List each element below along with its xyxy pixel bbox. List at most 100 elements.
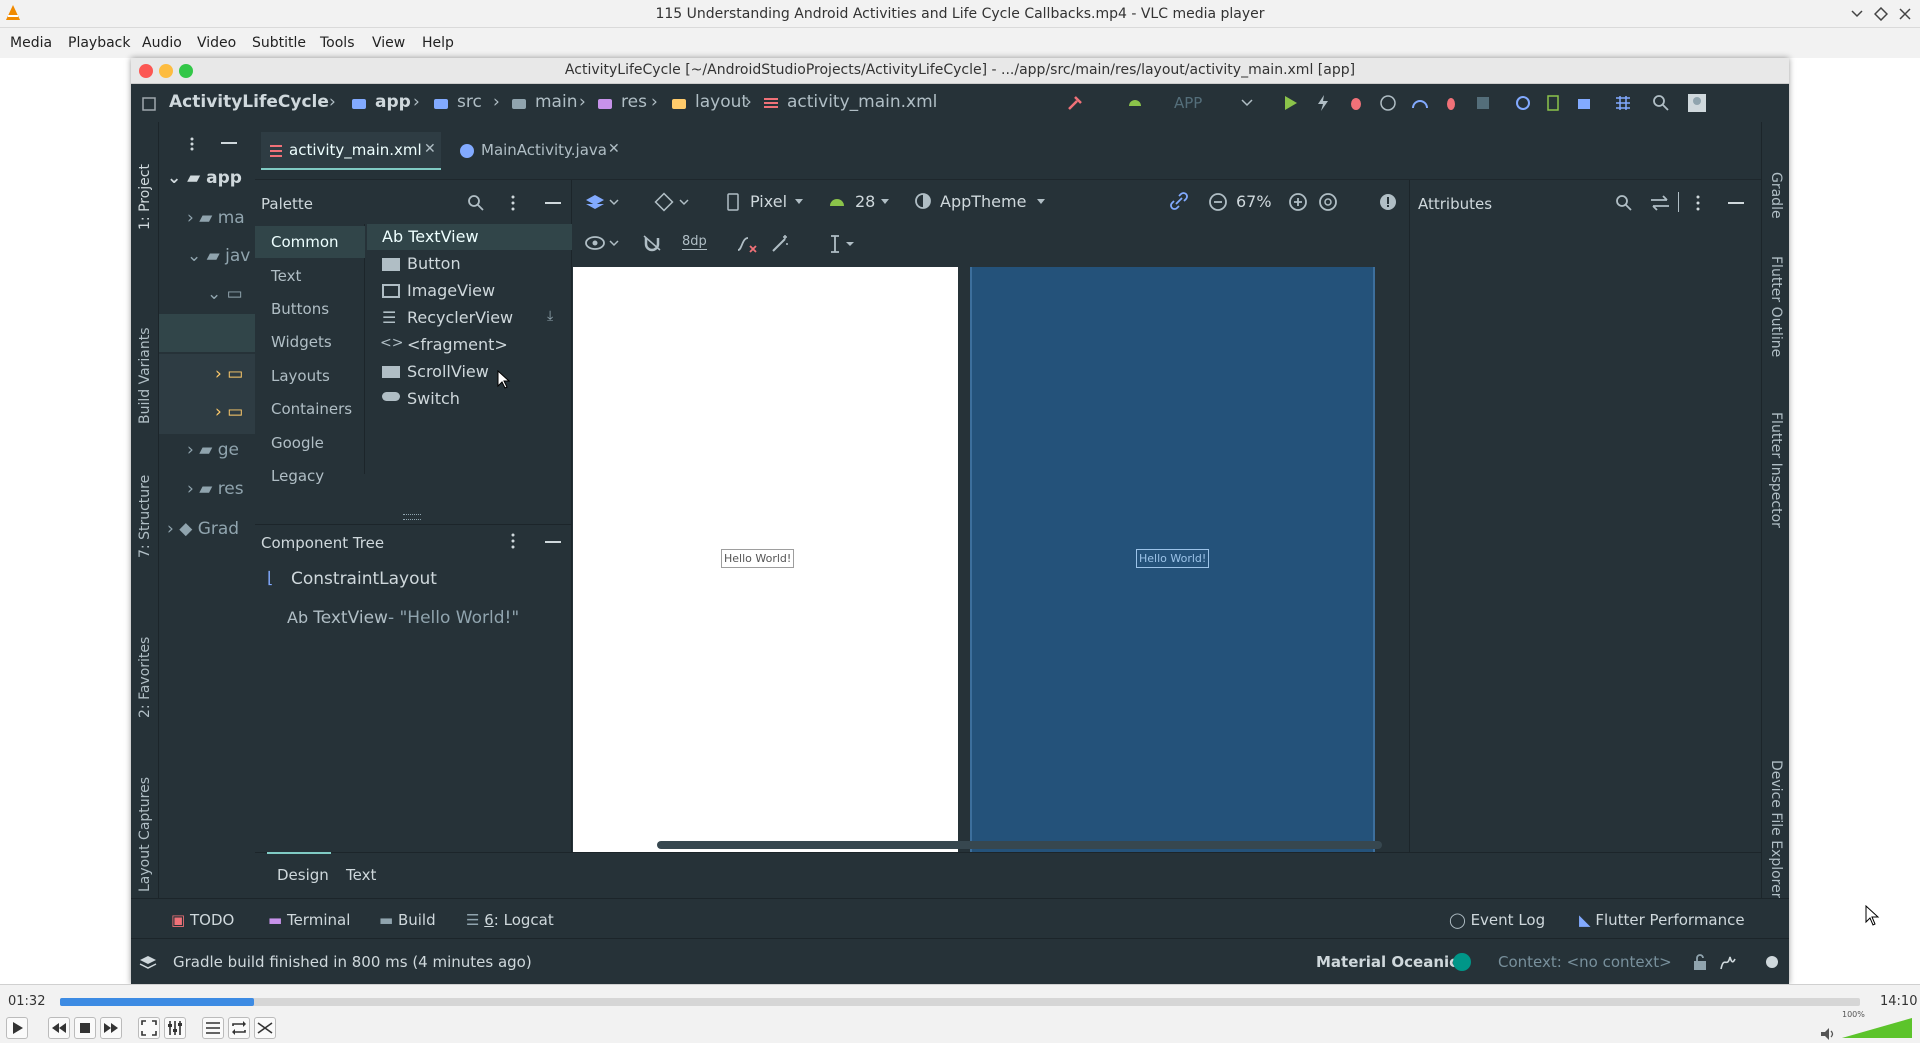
- tool-structure[interactable]: 7: Structure: [137, 475, 153, 558]
- menu-video[interactable]: Video: [197, 35, 236, 51]
- orientation-icon[interactable]: [654, 192, 690, 212]
- guidelines-icon[interactable]: [828, 234, 858, 254]
- tree-manifests[interactable]: › ▰ ma: [187, 208, 245, 228]
- tree-folder[interactable]: › ▭: [215, 402, 243, 422]
- previous-button[interactable]: [48, 1017, 70, 1039]
- sdk-manager-icon[interactable]: [1575, 94, 1593, 112]
- close-icon[interactable]: [1898, 7, 1912, 21]
- play-button[interactable]: [6, 1017, 28, 1039]
- blueprint-textview[interactable]: Hello World!: [1136, 549, 1210, 568]
- chevron-down-icon[interactable]: [794, 198, 804, 206]
- magnet-off-icon[interactable]: [642, 234, 662, 252]
- tool-logcat[interactable]: ☰ 6: Logcat: [466, 911, 554, 929]
- close-tab-icon[interactable]: ✕: [608, 141, 620, 157]
- tool-device-file-explorer[interactable]: Device File Explorer: [1768, 760, 1784, 899]
- tab-mainactivity[interactable]: MainActivity.java ✕: [451, 132, 626, 170]
- tool-gradle[interactable]: Gradle: [1768, 172, 1784, 219]
- menu-help[interactable]: Help: [422, 35, 454, 51]
- notifications-icon[interactable]: [1763, 953, 1781, 971]
- hide-panel-icon[interactable]: [545, 202, 561, 204]
- link-icon[interactable]: [1170, 192, 1188, 210]
- tool-flutter-inspector[interactable]: Flutter Inspector: [1768, 412, 1784, 528]
- zoom-to-fit-icon[interactable]: [1318, 192, 1338, 212]
- debug-icon[interactable]: [1347, 94, 1365, 112]
- download-icon[interactable]: ⤓: [547, 308, 553, 324]
- volume-icon[interactable]: [1820, 1027, 1836, 1041]
- tool-todo[interactable]: ▣ TODO: [171, 911, 234, 929]
- tree-generated[interactable]: › ▰ ge: [187, 440, 239, 460]
- tool-favorites[interactable]: 2: Favorites: [137, 637, 153, 718]
- chevron-down-icon[interactable]: [1241, 98, 1253, 108]
- menu-tools[interactable]: Tools: [320, 35, 355, 51]
- menu-media[interactable]: Media: [10, 35, 52, 51]
- tool-flutter-outline[interactable]: Flutter Outline: [1768, 256, 1784, 357]
- close-tab-icon[interactable]: ✕: [424, 141, 436, 157]
- design-preview[interactable]: Hello World!: [573, 267, 958, 853]
- tab-text[interactable]: Text: [346, 866, 376, 884]
- tool-layout-captures[interactable]: Layout Captures: [137, 777, 153, 892]
- breadcrumb-file[interactable]: activity_main.xml: [787, 92, 937, 112]
- api-level-select[interactable]: 28: [855, 192, 875, 211]
- layers-icon[interactable]: [584, 192, 620, 212]
- breadcrumb-src[interactable]: src: [457, 92, 482, 112]
- profiler-icon[interactable]: [1411, 94, 1429, 112]
- more-vertical-icon[interactable]: [505, 532, 521, 550]
- tab-design[interactable]: Design: [277, 866, 329, 884]
- breadcrumb-main[interactable]: main: [535, 92, 577, 112]
- menu-audio[interactable]: Audio: [142, 35, 182, 51]
- preview-textview[interactable]: Hello World!: [721, 549, 795, 568]
- loop-button[interactable]: [228, 1017, 250, 1039]
- user-avatar-icon[interactable]: [1687, 93, 1707, 113]
- infer-constraints-icon[interactable]: [770, 234, 790, 254]
- search-icon[interactable]: [1652, 94, 1670, 112]
- theme-select[interactable]: AppTheme: [940, 192, 1026, 211]
- eye-icon[interactable]: [584, 234, 620, 252]
- device-select[interactable]: Pixel: [750, 192, 787, 211]
- menu-subtitle[interactable]: Subtitle: [252, 35, 306, 51]
- attach-debugger-icon[interactable]: [1442, 94, 1460, 112]
- palette-category[interactable]: Common: [271, 233, 339, 251]
- breadcrumb-res[interactable]: res: [621, 92, 647, 112]
- tree-java[interactable]: ⌄ ▰ jav: [187, 246, 250, 266]
- tab-activity-main[interactable]: activity_main.xml ✕: [261, 132, 441, 170]
- default-margin-select[interactable]: 8dp: [682, 234, 707, 250]
- clear-constraints-icon[interactable]: [736, 234, 758, 254]
- tool-build[interactable]: ▬ Build: [379, 911, 436, 929]
- palette-category[interactable]: Widgets: [271, 333, 332, 351]
- minimize-icon[interactable]: [1850, 7, 1864, 21]
- hide-panel-icon[interactable]: [1728, 202, 1744, 204]
- coverage-icon[interactable]: [1379, 94, 1397, 112]
- layers-icon[interactable]: [139, 953, 157, 971]
- apply-changes-icon[interactable]: [1314, 94, 1332, 112]
- menu-playback[interactable]: Playback: [68, 35, 130, 51]
- run-icon[interactable]: [1281, 94, 1299, 112]
- avd-manager-icon[interactable]: [1544, 94, 1562, 112]
- search-icon[interactable]: [1615, 194, 1633, 212]
- tool-terminal[interactable]: ▬ Terminal: [268, 911, 350, 929]
- fullscreen-button[interactable]: [138, 1017, 160, 1039]
- palette-category[interactable]: Text: [271, 267, 301, 285]
- tree-constraint-layout[interactable]: ConstraintLayout: [291, 569, 437, 589]
- tree-res[interactable]: › ▰ res: [187, 479, 244, 499]
- hide-panel-icon[interactable]: [545, 541, 561, 543]
- shuffle-button[interactable]: [254, 1017, 276, 1039]
- warning-icon[interactable]: [1378, 192, 1398, 212]
- palette-category[interactable]: Containers: [271, 400, 352, 418]
- volume-slider[interactable]: 100%: [1842, 1010, 1912, 1040]
- run-config-select[interactable]: APP: [1174, 94, 1202, 112]
- tree-textview[interactable]: Ab TextView- "Hello World!": [287, 608, 519, 628]
- tool-build-variants[interactable]: Build Variants: [137, 327, 153, 424]
- structure-grid-icon[interactable]: [1614, 94, 1632, 112]
- theme-name[interactable]: Material Oceanic: [1316, 953, 1458, 971]
- breadcrumb-project[interactable]: ActivityLifeCycle: [169, 92, 329, 112]
- chevron-down-icon[interactable]: [1036, 198, 1046, 206]
- chevron-down-icon[interactable]: [880, 198, 890, 206]
- extended-settings-button[interactable]: [164, 1017, 186, 1039]
- menu-view[interactable]: View: [372, 35, 405, 51]
- seek-bar[interactable]: [60, 998, 1860, 1006]
- swap-icon[interactable]: [1649, 194, 1671, 212]
- more-vertical-icon[interactable]: [505, 194, 521, 212]
- horizontal-scrollbar[interactable]: [657, 841, 1382, 849]
- zoom-out-icon[interactable]: [1208, 192, 1228, 212]
- more-vertical-icon[interactable]: [1690, 194, 1706, 212]
